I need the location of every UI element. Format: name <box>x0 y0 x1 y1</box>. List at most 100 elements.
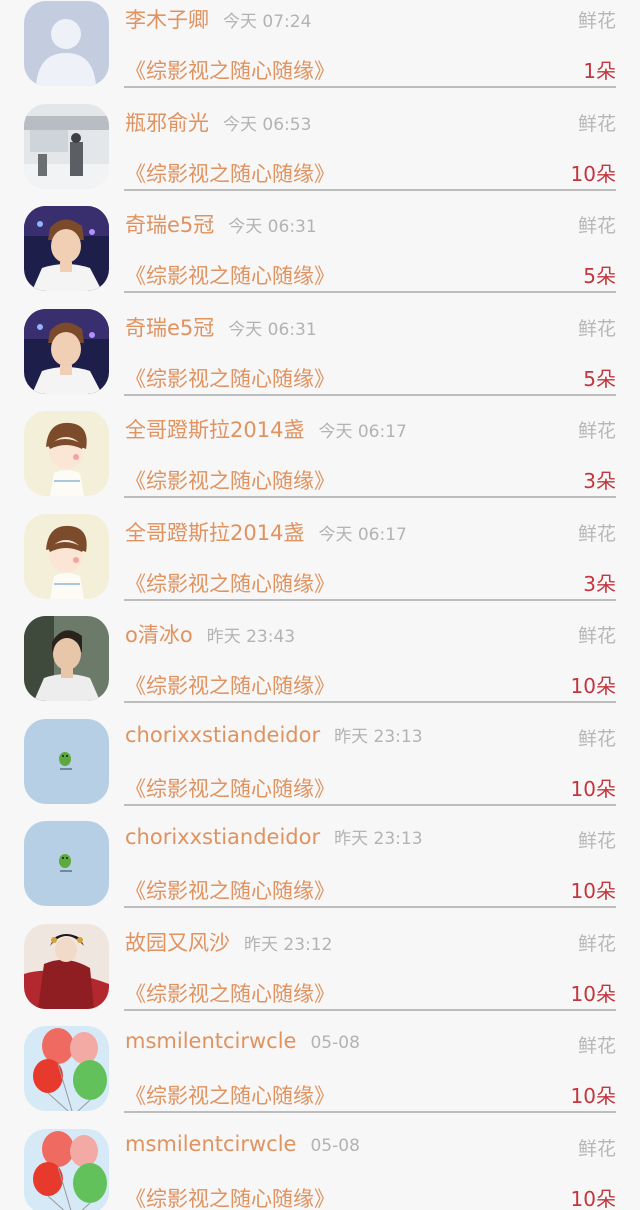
gift-count: 10朵 <box>570 981 616 1006</box>
timestamp: 今天 06:17 <box>318 422 407 442</box>
book-title[interactable]: 《综影视之随心随缘》 <box>125 55 335 85</box>
user-name-text[interactable]: msmilentcirwcle <box>125 1132 296 1156</box>
list-item[interactable]: chorixxstiandeidor 昨天 23:13 鲜花《综影视之随心随缘》 10… <box>0 820 640 922</box>
user-name[interactable]: msmilentcirwcle 05-08 <box>125 1132 360 1156</box>
timestamp: 05-08 <box>310 1135 360 1156</box>
gift-type: 鲜花 <box>577 625 616 647</box>
user-name[interactable]: 奇瑞e5冠 今天 06:31 <box>125 209 317 239</box>
timestamp: 今天 06:31 <box>228 217 317 237</box>
user-name-text[interactable]: 李木子卿 <box>125 8 209 32</box>
book-title[interactable]: 《综影视之随心随缘》 <box>125 875 335 905</box>
gift-type: 鲜花 <box>577 830 616 852</box>
book-title[interactable]: 《综影视之随心随缘》 <box>125 465 335 495</box>
avatar[interactable] <box>24 206 109 291</box>
avatar[interactable] <box>24 513 109 599</box>
list-item[interactable]: msmilentcirwcle 05-08 鲜花《综影视之随心随缘》 10朵 <box>0 1025 640 1127</box>
book-title[interactable]: 《综影视之随心随缘》 <box>125 670 335 700</box>
gift-type: 鲜花 <box>577 215 616 237</box>
timestamp: 昨天 23:12 <box>244 934 333 955</box>
user-name-text[interactable]: 全哥蹬斯拉2014盏 <box>125 418 304 442</box>
gift-count: 10朵 <box>570 1084 616 1108</box>
list-item[interactable]: chorixxstiandeidor 昨天 23:13 鲜花《综影视之随心随缘》 10… <box>0 718 640 820</box>
list-item[interactable]: 李木子卿 今天 07:24 鲜花《综影视之随心随缘》 1朵 <box>0 0 640 102</box>
row-divider <box>124 906 616 908</box>
timestamp: 今天 07:24 <box>223 12 312 32</box>
gift-count: 10朵 <box>570 674 616 698</box>
book-title[interactable]: 《综影视之随心随缘》 <box>125 1080 335 1110</box>
row-divider <box>124 1111 616 1113</box>
gift-count: 3朵 <box>583 571 616 596</box>
gift-type: 鲜花 <box>577 10 616 32</box>
gift-count: 10朵 <box>570 879 616 903</box>
avatar[interactable] <box>24 103 109 189</box>
gift-type: 鲜花 <box>577 1035 616 1057</box>
gift-count: 5朵 <box>583 366 616 391</box>
list-item[interactable]: 奇瑞e5冠 今天 06:31 鲜花《综影视之随心随缘》 5朵 <box>0 308 640 410</box>
avatar[interactable] <box>24 308 109 394</box>
avatar[interactable] <box>24 1 109 86</box>
gift-count: 10朵 <box>570 776 616 801</box>
book-title[interactable]: 《综影视之随心随缘》 <box>125 978 335 1008</box>
list-item[interactable]: 奇瑞e5冠 今天 06:31 鲜花 《综影视之随心随缘》 5朵 <box>0 205 640 307</box>
book-title[interactable]: 《综影视之随心随缘》 <box>125 568 335 598</box>
user-name-text[interactable]: msmilentcirwcle <box>125 1029 296 1053</box>
user-name[interactable]: 瓶邪俞光 今天 06:53 <box>125 107 311 137</box>
user-name-text[interactable]: 奇瑞e5冠 <box>125 213 214 237</box>
user-name-text[interactable]: 故园又风沙 <box>125 931 230 955</box>
list-item[interactable]: 全哥蹬斯拉2014盏 今天 06:17 鲜花 《综影视之随心随缘》 3朵 <box>0 410 640 512</box>
avatar[interactable] <box>24 923 109 1009</box>
avatar[interactable] <box>24 821 109 906</box>
gift-count: 10朵 <box>570 1186 616 1210</box>
timestamp: 昨天 23:13 <box>334 726 423 747</box>
user-name[interactable]: 奇瑞e5冠 今天 06:31 <box>125 312 317 342</box>
user-name[interactable]: 全哥蹬斯拉2014盏 今天 06:17 <box>125 414 407 444</box>
user-name[interactable]: msmilentcirwcle 05-08 <box>125 1029 360 1053</box>
row-divider <box>124 86 616 88</box>
list-item[interactable]: 全哥蹬斯拉2014盏 今天 06:17 鲜花《综影视之随心随缘》 3朵 <box>0 513 640 615</box>
avatar[interactable] <box>24 1128 109 1210</box>
timestamp: 今天 06:31 <box>228 319 317 340</box>
avatar[interactable] <box>24 718 109 804</box>
gift-type: 鲜花 <box>577 932 616 955</box>
book-title[interactable]: 《综影视之随心随缘》 <box>125 158 335 188</box>
timestamp: 昨天 23:43 <box>206 627 296 647</box>
gift-count: 1朵 <box>583 59 616 83</box>
user-name-text[interactable]: chorixxstiandeidor <box>125 723 320 747</box>
gift-type: 鲜花 <box>577 1137 616 1160</box>
user-name[interactable]: 李木子卿 今天 07:24 <box>125 4 311 34</box>
gift-type: 鲜花 <box>577 727 616 750</box>
gift-type: 鲜花 <box>577 317 616 340</box>
list-item[interactable]: msmilentcirwcle 05-08 鲜花《综影视之随心随缘》 10朵 <box>0 1128 640 1210</box>
gift-count: 10朵 <box>570 161 616 186</box>
book-title[interactable]: 《综影视之随心随缘》 <box>125 363 335 393</box>
gift-type: 鲜花 <box>577 522 616 545</box>
user-name-text[interactable]: 瓶邪俞光 <box>125 111 209 135</box>
user-name-text[interactable]: 全哥蹬斯拉2014盏 <box>125 521 304 545</box>
book-title[interactable]: 《综影视之随心随缘》 <box>125 773 335 803</box>
user-name-text[interactable]: 奇瑞e5冠 <box>125 316 214 340</box>
user-name-text[interactable]: chorixxstiandeidor <box>125 825 320 849</box>
avatar[interactable] <box>24 1026 109 1111</box>
user-name-text[interactable]: o清冰o <box>125 623 193 647</box>
user-name[interactable]: chorixxstiandeidor 昨天 23:13 <box>125 722 423 747</box>
row-divider <box>124 291 616 293</box>
user-name[interactable]: chorixxstiandeidor 昨天 23:13 <box>125 824 423 849</box>
user-name[interactable]: o清冰o 昨天 23:43 <box>125 619 295 649</box>
user-name[interactable]: 全哥蹬斯拉2014盏 今天 06:17 <box>125 517 407 547</box>
timestamp: 昨天 23:13 <box>334 829 423 849</box>
avatar[interactable] <box>24 411 109 496</box>
list-item[interactable]: 故园又风沙 昨天 23:12 鲜花《综影视之随心随缘》 10朵 <box>0 923 640 1025</box>
book-title[interactable]: 《综影视之随心随缘》 <box>125 260 335 290</box>
book-title[interactable]: 《综影视之随心随缘》 <box>125 1183 335 1210</box>
gift-type: 鲜花 <box>577 112 616 135</box>
avatar[interactable] <box>24 616 109 701</box>
row-divider <box>124 803 616 806</box>
row-divider <box>124 188 616 191</box>
row-divider <box>124 393 616 396</box>
list-item[interactable]: 瓶邪俞光 今天 06:53 鲜花《综影视之随心随缘》 10朵 <box>0 103 640 205</box>
timestamp: 今天 06:17 <box>318 524 407 545</box>
list-item[interactable]: o清冰o 昨天 23:43 鲜花《综影视之随心随缘》 10朵 <box>0 615 640 717</box>
timestamp: 今天 06:53 <box>223 114 312 135</box>
row-divider <box>124 496 616 498</box>
user-name[interactable]: 故园又风沙 昨天 23:12 <box>125 927 332 957</box>
